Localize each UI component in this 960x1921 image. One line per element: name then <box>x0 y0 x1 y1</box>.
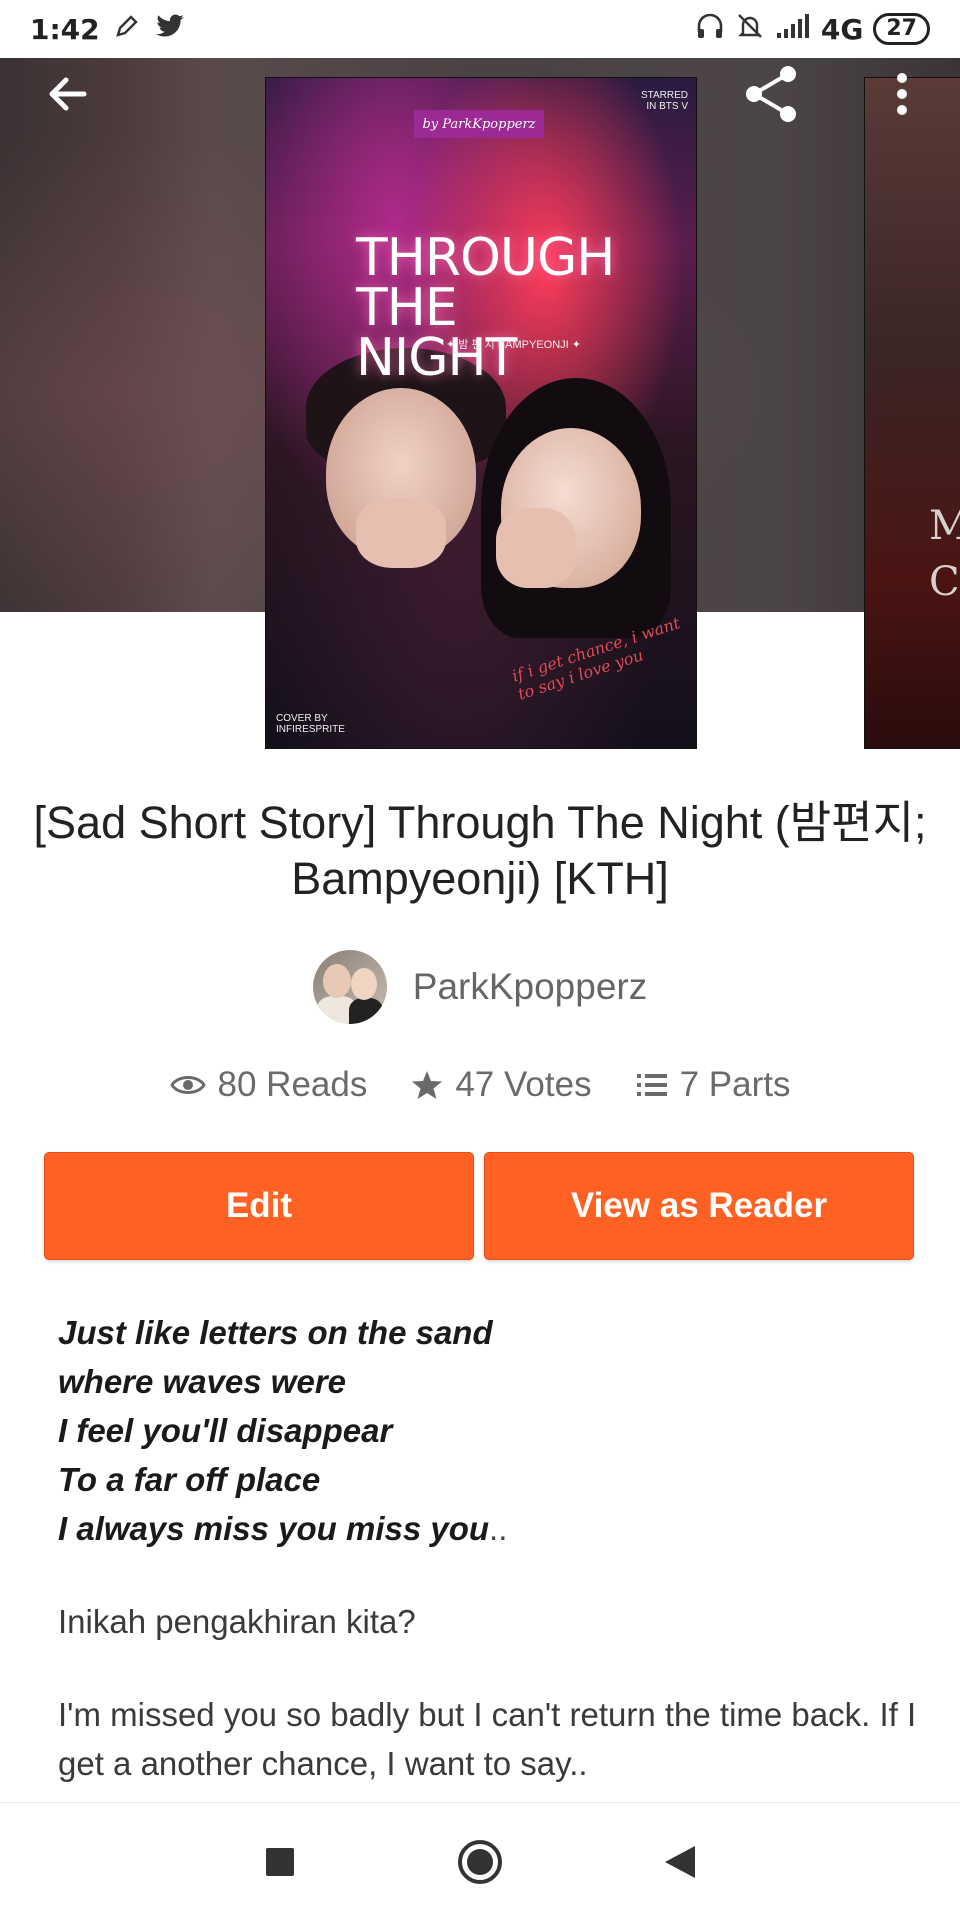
arrow-left-icon <box>49 77 87 111</box>
cover-figure-hand <box>496 508 576 588</box>
network-type: 4G <box>820 12 864 46</box>
headphones-icon <box>695 12 725 47</box>
share-icon <box>746 66 796 122</box>
bell-off-icon <box>735 11 765 48</box>
avatar[interactable] <box>312 950 387 1024</box>
parts-count: 7 Parts <box>679 1065 791 1104</box>
twitter-icon <box>154 13 186 46</box>
battery-indicator: 27 <box>873 13 930 45</box>
system-navigation-bar <box>0 1802 960 1921</box>
verse-line: To a far off place <box>58 1461 321 1498</box>
cover-starred-text: STARRED IN BTS V <box>640 90 688 112</box>
next-story-cover[interactable]: M C <box>864 77 960 749</box>
status-bar: 1:42 4G 27 <box>0 0 960 58</box>
eye-icon <box>169 1076 206 1094</box>
back-nav-button[interactable] <box>580 1803 780 1921</box>
cover-title-line: THROUGH <box>356 228 615 288</box>
star-icon <box>412 1071 443 1099</box>
author-row[interactable]: ParkKpopperz <box>0 950 960 1024</box>
pen-icon <box>114 13 140 46</box>
signal-icon <box>775 13 811 46</box>
verse-line: I always miss you miss you.. <box>58 1504 918 1553</box>
triangle-back-icon <box>665 1846 695 1878</box>
cover-title: THROUGH THE NIGHT <box>356 228 616 388</box>
recents-button[interactable] <box>180 1803 380 1921</box>
next-cover-text: M C <box>929 503 960 605</box>
view-as-reader-button[interactable]: View as Reader <box>484 1152 914 1260</box>
list-icon <box>636 1074 667 1096</box>
verse-line: where waves were <box>58 1363 347 1400</box>
more-vertical-icon <box>897 73 907 115</box>
share-button[interactable] <box>740 62 804 126</box>
cover-subtitle: ✦ 밤 편 지 BAMPYEONJI ✦ <box>446 339 581 351</box>
cover-title-line: THE NIGHT <box>356 278 517 388</box>
story-title: [Sad Short Story] Through The Night (밤편지… <box>33 797 927 904</box>
verse-line: I feel you'll disappear <box>58 1412 393 1449</box>
cover-banner: by ParkKpopperz <box>414 110 544 138</box>
more-options-button[interactable] <box>870 62 934 126</box>
cover-figure-hand <box>356 498 446 568</box>
votes-stat: 47 Votes <box>411 1065 592 1105</box>
verse-tail: .. <box>489 1510 508 1547</box>
status-time: 1:42 <box>30 12 100 46</box>
description-verse: Just like letters on the sand where wave… <box>58 1308 918 1553</box>
back-button[interactable] <box>36 62 100 126</box>
story-stats: 80 Reads 47 Votes 7 Parts <box>0 1065 960 1105</box>
reads-count: 80 Reads <box>217 1065 368 1104</box>
action-buttons: Edit View as Reader <box>44 1152 914 1260</box>
home-button[interactable] <box>380 1803 580 1921</box>
circle-icon <box>458 1840 502 1884</box>
parts-stat: 7 Parts <box>636 1065 791 1105</box>
square-icon <box>266 1848 294 1876</box>
description-paragraph: Inikah pengakhiran kita? <box>58 1603 416 1640</box>
author-name[interactable]: ParkKpopperz <box>413 966 647 1008</box>
edit-button[interactable]: Edit <box>44 1152 474 1260</box>
description-paragraph: I'm missed you so badly but I can't retu… <box>58 1696 917 1782</box>
verse-line: Just like letters on the sand <box>58 1314 493 1351</box>
reads-stat: 80 Reads <box>169 1065 368 1105</box>
verse-line-text: I always miss you miss you <box>58 1510 490 1547</box>
votes-count: 47 Votes <box>455 1065 592 1104</box>
story-cover[interactable]: by ParkKpopperz STARRED IN BTS V THROUGH… <box>265 77 697 749</box>
cover-credit: COVER BY INFIRESPRITE <box>276 713 345 735</box>
story-description: Just like letters on the sand where wave… <box>58 1308 918 1788</box>
